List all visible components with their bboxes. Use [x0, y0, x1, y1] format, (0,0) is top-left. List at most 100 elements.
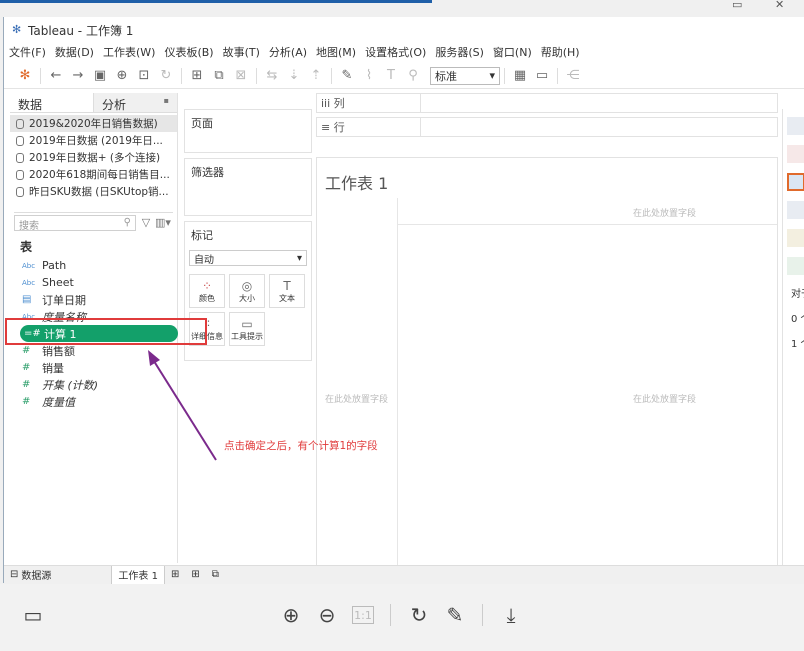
field-item[interactable]: Abc Sheet: [10, 274, 177, 291]
menu-worksheet[interactable]: 工作表(W): [103, 44, 155, 60]
table-section-title: 表: [20, 240, 33, 254]
color-icon: ⁘: [201, 278, 213, 293]
field-item[interactable]: # 销量: [10, 359, 177, 376]
datasource-item[interactable]: 2019年日数据+ (多个连接): [10, 149, 177, 166]
mark-type-select[interactable]: 自动 ▾: [189, 250, 307, 266]
undo-icon[interactable]: ←: [45, 66, 67, 86]
drop-zone-body[interactable]: 在此处放置字段: [633, 392, 696, 405]
highlight-box: [5, 318, 207, 345]
duplicate-sheet-icon[interactable]: ⧉: [208, 66, 230, 86]
menu-format[interactable]: 设置格式(O): [365, 44, 426, 60]
group-icon[interactable]: ⌇: [358, 66, 380, 86]
text-icon: T: [283, 278, 291, 293]
size-button[interactable]: ◎ 大小: [229, 274, 265, 308]
tab-data[interactable]: 数据: [10, 93, 94, 112]
tooltip-label: 工具提示: [231, 331, 263, 341]
menu-help[interactable]: 帮助(H): [541, 44, 580, 60]
menu-file[interactable]: 文件(F): [9, 44, 46, 60]
datasource-item[interactable]: 2020年618期间每日销售目...: [10, 166, 177, 183]
menu-data[interactable]: 数据(D): [55, 44, 94, 60]
datasource-item[interactable]: 昨日SKU数据 (日SKUtop销...: [10, 183, 177, 200]
worksheet-title[interactable]: 工作表 1: [325, 170, 388, 194]
field-item[interactable]: ▤ 订单日期: [10, 291, 177, 308]
new-story-icon[interactable]: ⧉: [206, 566, 225, 584]
new-sheet-icon[interactable]: ⊞: [186, 66, 208, 86]
datasource-item[interactable]: 2019年日数据 (2019年日...: [10, 132, 177, 149]
edit-icon[interactable]: ✎: [442, 602, 468, 628]
drop-zone-rows[interactable]: 在此处放置字段: [325, 392, 388, 405]
toolbar-divider: [504, 67, 505, 84]
menu-story[interactable]: 故事(T): [223, 44, 260, 60]
search-input[interactable]: 搜索 ⚲: [14, 214, 136, 232]
datasource-item[interactable]: 2019&2020年日销售数据): [10, 115, 177, 132]
share-icon[interactable]: ⋲: [562, 66, 584, 86]
chart-thumb-icon[interactable]: [787, 173, 804, 191]
minimize-icon[interactable]: ▭: [732, 0, 742, 11]
drop-zone-columns[interactable]: 在此处放置字段: [633, 206, 696, 219]
screen: ▭ ✕ ✻ Tableau - 工作簿 1 文件(F) 数据(D) 工作表(W)…: [0, 0, 804, 651]
swap-icon[interactable]: ⇆: [261, 66, 283, 86]
tooltip-button[interactable]: ▭ 工具提示: [229, 312, 265, 346]
annotation-text: 点击确定之后，有个计算1的字段: [224, 440, 378, 452]
color-button[interactable]: ⁘ 颜色: [189, 274, 225, 308]
rows-shelf[interactable]: ≡ 行: [316, 117, 778, 137]
thumbnail-icon[interactable]: ▭: [20, 602, 46, 628]
worksheet-view[interactable]: 工作表 1 在此处放置字段 在此处放置字段 在此处放置字段: [316, 157, 778, 571]
pause-updates-icon[interactable]: ⊡: [133, 66, 155, 86]
new-datasource-icon[interactable]: ⊕: [111, 66, 133, 86]
sheet-tab[interactable]: 工作表 1: [111, 565, 165, 584]
redo-icon[interactable]: →: [67, 66, 89, 86]
pages-card[interactable]: 页面: [184, 109, 312, 153]
actual-size-button[interactable]: 1:1: [352, 606, 374, 624]
menu-analysis[interactable]: 分析(A): [269, 44, 307, 60]
new-worksheet-icon[interactable]: ⊞: [165, 566, 185, 584]
label-button[interactable]: T 文本: [269, 274, 305, 308]
columns-shelf[interactable]: iii 列: [316, 93, 778, 113]
fit-select[interactable]: 标准 ▾: [430, 66, 500, 85]
refresh-icon[interactable]: ↻: [155, 66, 177, 86]
presentation-icon[interactable]: ▭: [531, 66, 553, 86]
view-options-icon[interactable]: ▥▾: [153, 216, 173, 229]
label-label: 文本: [279, 293, 295, 303]
datasource-tab[interactable]: ⊟ 数据源: [4, 566, 57, 584]
chart-thumb-icon[interactable]: [787, 145, 804, 163]
field-item[interactable]: # 度量值: [10, 393, 177, 410]
menu-window[interactable]: 窗口(N): [493, 44, 532, 60]
tableau-logo-icon: ✻: [12, 23, 22, 36]
datasource-list: 2019&2020年日销售数据) 2019年日数据 (2019年日... 201…: [10, 113, 177, 200]
sort-asc-icon[interactable]: ⇣: [283, 66, 305, 86]
close-icon[interactable]: ✕: [775, 0, 784, 11]
chart-thumb-icon[interactable]: [787, 117, 804, 135]
highlight-icon[interactable]: ✎: [336, 66, 358, 86]
viewer-divider: [482, 604, 483, 626]
field-label: Path: [42, 259, 67, 272]
field-item[interactable]: Abc Path: [10, 257, 177, 274]
tableau-home-icon[interactable]: ✻: [14, 66, 36, 86]
field-item[interactable]: # 开集 (计数): [10, 376, 177, 393]
size-icon: ◎: [241, 278, 253, 293]
toolbar-divider: [40, 67, 41, 84]
zoom-in-icon[interactable]: ⊕: [278, 602, 304, 628]
show-cards-icon[interactable]: ▦: [509, 66, 531, 86]
rotate-icon[interactable]: ↻: [406, 602, 432, 628]
filter-icon[interactable]: ▽: [139, 216, 153, 229]
labels-icon[interactable]: T: [380, 66, 402, 86]
download-icon[interactable]: ⤓: [498, 602, 524, 628]
chart-thumb-icon[interactable]: [787, 257, 804, 275]
menu-server[interactable]: 服务器(S): [435, 44, 484, 60]
sort-desc-icon[interactable]: ⇡: [305, 66, 327, 86]
zoom-out-icon[interactable]: ⊖: [314, 602, 340, 628]
filters-card[interactable]: 筛选器: [184, 158, 312, 216]
chart-thumb-icon[interactable]: [787, 201, 804, 219]
menu-dashboard[interactable]: 仪表板(B): [164, 44, 213, 60]
pane-menu-icon[interactable]: ▪: [164, 96, 169, 109]
measure-icon: #: [22, 379, 31, 390]
clear-sheet-icon[interactable]: ⊠: [230, 66, 252, 86]
tab-analysis[interactable]: 分析 ▪: [94, 93, 177, 112]
pin-icon[interactable]: ⚲: [402, 66, 424, 86]
chart-thumb-icon[interactable]: [787, 229, 804, 247]
datasource-label: 2020年618期间每日销售目...: [29, 169, 170, 181]
save-icon[interactable]: ▣: [89, 66, 111, 86]
menu-map[interactable]: 地图(M): [316, 44, 356, 60]
new-dashboard-icon[interactable]: ⊞: [185, 566, 205, 584]
